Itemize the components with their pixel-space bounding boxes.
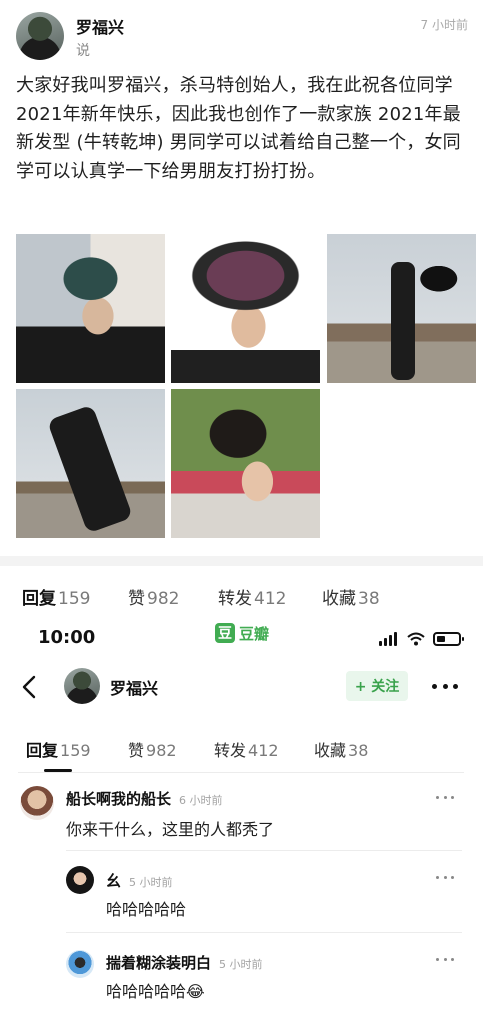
stat-likes-count: 982 (147, 589, 180, 609)
stat-replies-label: 回复 (22, 589, 56, 609)
comment-text: 你来干什么，这里的人都秃了 (66, 820, 275, 839)
tab-reposts[interactable]: 转发 412 (214, 737, 279, 761)
tab-likes[interactable]: 赞 982 (128, 737, 177, 761)
post-photo-1[interactable] (16, 234, 165, 383)
tab-likes-count: 982 (146, 741, 177, 760)
commenter-avatar[interactable] (20, 786, 54, 820)
app-name: 豆瓣 (239, 624, 270, 643)
commenter-name[interactable]: 幺 5 小时前 (106, 870, 173, 891)
comment-time: 5 小时前 (129, 876, 173, 889)
stat-favorites[interactable]: 收藏 38 (322, 584, 380, 609)
author-avatar[interactable] (16, 12, 64, 60)
tab-replies-label: 回复 (26, 741, 59, 760)
system-icons (379, 630, 464, 648)
tab-favorites-count: 38 (348, 741, 369, 760)
back-icon[interactable] (18, 674, 42, 700)
comment-time: 5 小时前 (219, 958, 263, 971)
commenter-name[interactable]: 船长啊我的船长 6 小时前 (66, 788, 223, 809)
commenter-avatar[interactable] (66, 866, 94, 894)
post-timestamp: 7 小时前 (420, 18, 468, 32)
comment-tabs: 回复 159 赞 982 转发 412 收藏 38 (26, 737, 466, 773)
reply-item[interactable]: 幺 5 小时前 哈哈哈哈哈 (66, 866, 462, 926)
nav-author-name[interactable]: 罗福兴 (110, 675, 158, 699)
stat-reposts-count: 412 (254, 589, 287, 609)
post-photo-2[interactable] (171, 234, 320, 383)
tab-favorites-label: 收藏 (314, 741, 347, 760)
commenter-name-text: 幺 (106, 872, 122, 890)
tab-likes-label: 赞 (128, 741, 145, 760)
post-photo-5[interactable] (171, 389, 320, 538)
post-author-name[interactable]: 罗福兴 (76, 14, 124, 38)
post-header: 罗福兴 说 7 小时前 (16, 12, 476, 62)
post-subtitle: 说 (76, 43, 90, 59)
tab-favorites[interactable]: 收藏 38 (314, 737, 368, 761)
commenter-name-text: 揣着糊涂装明白 (106, 954, 212, 972)
post-photo-4[interactable] (16, 389, 165, 538)
status-bar: 10:00 豆 豆瓣 (0, 622, 483, 656)
commenter-avatar[interactable] (66, 950, 94, 978)
stat-reposts[interactable]: 转发 412 (218, 584, 286, 609)
tab-replies[interactable]: 回复 159 (26, 737, 91, 761)
comment-more-icon[interactable] (436, 876, 454, 880)
comment-divider (66, 932, 462, 933)
commenter-name-text: 船长啊我的船长 (66, 790, 172, 808)
stat-favorites-count: 38 (358, 589, 380, 609)
douban-logo-icon: 豆 (215, 623, 235, 643)
comment-more-icon[interactable] (436, 796, 454, 800)
commenter-name[interactable]: 揣着糊涂装明白 5 小时前 (106, 952, 263, 973)
stat-reposts-label: 转发 (218, 589, 252, 609)
wifi-icon (407, 632, 425, 646)
comment-divider (66, 850, 462, 851)
section-divider (0, 556, 483, 566)
stat-favorites-label: 收藏 (322, 589, 356, 609)
stat-replies-count: 159 (58, 589, 91, 609)
stats-bar: 回复 159 赞 982 转发 412 收藏 38 (22, 584, 462, 610)
more-icon[interactable] (432, 684, 458, 690)
nav-bar: 罗福兴 + 关注 (0, 664, 483, 710)
app-brand: 豆 豆瓣 (215, 622, 269, 644)
post-body-text: 大家好我叫罗福兴，杀马特创始人，我在此祝各位同学 2021年新年快乐，因此我也创… (16, 75, 461, 182)
tab-reposts-count: 412 (248, 741, 279, 760)
battery-icon (433, 632, 464, 646)
comment-text: 哈哈哈哈哈😂 (106, 982, 205, 1001)
stat-likes-label: 赞 (128, 589, 145, 609)
signal-icon (379, 632, 399, 646)
tab-reposts-label: 转发 (214, 741, 247, 760)
tabs-divider (18, 772, 464, 773)
comment-text: 哈哈哈哈哈 (106, 900, 187, 919)
status-clock: 10:00 (38, 627, 96, 648)
follow-button[interactable]: + 关注 (346, 671, 408, 701)
comment-more-icon[interactable] (436, 958, 454, 962)
nav-author-avatar[interactable] (64, 668, 100, 704)
stat-replies[interactable]: 回复 159 (22, 584, 90, 609)
post-photo-3[interactable] (327, 234, 476, 383)
tab-replies-count: 159 (60, 741, 91, 760)
stat-likes[interactable]: 赞 982 (128, 584, 179, 609)
comment-item[interactable]: 船长啊我的船长 6 小时前 你来干什么，这里的人都秃了 (20, 786, 460, 846)
comment-time: 6 小时前 (179, 794, 223, 807)
reply-item[interactable]: 揣着糊涂装明白 5 小时前 哈哈哈哈哈😂 (66, 950, 462, 1010)
